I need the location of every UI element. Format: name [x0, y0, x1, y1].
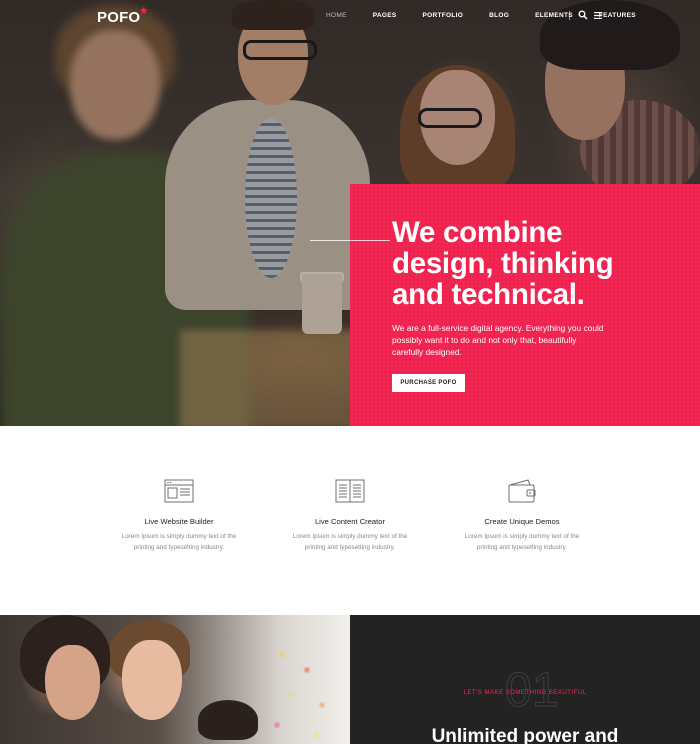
menu-icon[interactable] [594, 12, 602, 19]
feature-text: Lorem Ipsum is simply dummy text of the … [292, 533, 408, 551]
feature-title: Create Unique Demos [484, 517, 560, 526]
feature-title: Live Website Builder [144, 517, 214, 526]
section-eyebrow: LET'S MAKE SOMETHING BEAUTIFUL [463, 689, 587, 696]
open-book-icon [335, 479, 365, 503]
nav-divider [569, 11, 570, 20]
top-navigation: POFO* HOME PAGES PORTFOLIO BLOG ELEMENTS… [0, 0, 700, 34]
nav-item-home[interactable]: HOME [326, 12, 347, 19]
logo-text: POFO [97, 9, 141, 26]
team-photo [0, 615, 350, 744]
sticky-notes-wall [262, 635, 342, 744]
nav-item-portfolio[interactable]: PORTFOLIO [422, 12, 463, 19]
feature-text: Lorem Ipsum is simply dummy text of the … [464, 533, 580, 551]
hero-description: We are a full-service digital agency. Ev… [392, 323, 604, 357]
feature-title: Live Content Creator [314, 517, 386, 526]
feature-item: Create Unique Demos Lorem Ipsum is simpl… [437, 478, 607, 553]
feature-item: Live Content Creator Lorem Ipsum is simp… [265, 478, 435, 553]
site-logo[interactable]: POFO* [97, 4, 148, 27]
hero-title-line: design, thinking [392, 247, 614, 280]
intro-section: 01 LET'S MAKE SOMETHING BEAUTIFUL Unlimi… [350, 615, 700, 744]
nav-item-blog[interactable]: BLOG [489, 12, 509, 19]
team-photo-person [45, 645, 100, 720]
hero-accent-line [310, 240, 390, 241]
browser-window-icon [164, 479, 194, 503]
team-photo-person [122, 640, 182, 720]
search-icon[interactable] [578, 10, 588, 20]
features-section: Live Website Builder Lorem Ipsum is simp… [0, 426, 700, 615]
nav-item-pages[interactable]: PAGES [373, 12, 397, 19]
nav-item-features[interactable]: FEATURES [599, 12, 636, 19]
hero-section: POFO* HOME PAGES PORTFOLIO BLOG ELEMENTS… [0, 0, 700, 426]
team-photo-person [198, 700, 258, 740]
hero-title-line: and technical. [392, 278, 585, 311]
feature-item: Live Website Builder Lorem Ipsum is simp… [94, 478, 264, 553]
wallet-icon [508, 479, 536, 503]
logo-star: * [140, 4, 148, 23]
purchase-button[interactable]: PURCHASE POFO [392, 374, 465, 392]
feature-text: Lorem Ipsum is simply dummy text of the … [121, 533, 237, 551]
hero-title: We combine design, thinking and technica… [392, 217, 692, 310]
section-title: Unlimited power and [431, 726, 619, 744]
hero-title-line: We combine [392, 216, 563, 249]
nav-menu: HOME PAGES PORTFOLIO BLOG ELEMENTS FEATU… [326, 12, 662, 19]
nav-item-elements[interactable]: ELEMENTS [535, 12, 573, 19]
